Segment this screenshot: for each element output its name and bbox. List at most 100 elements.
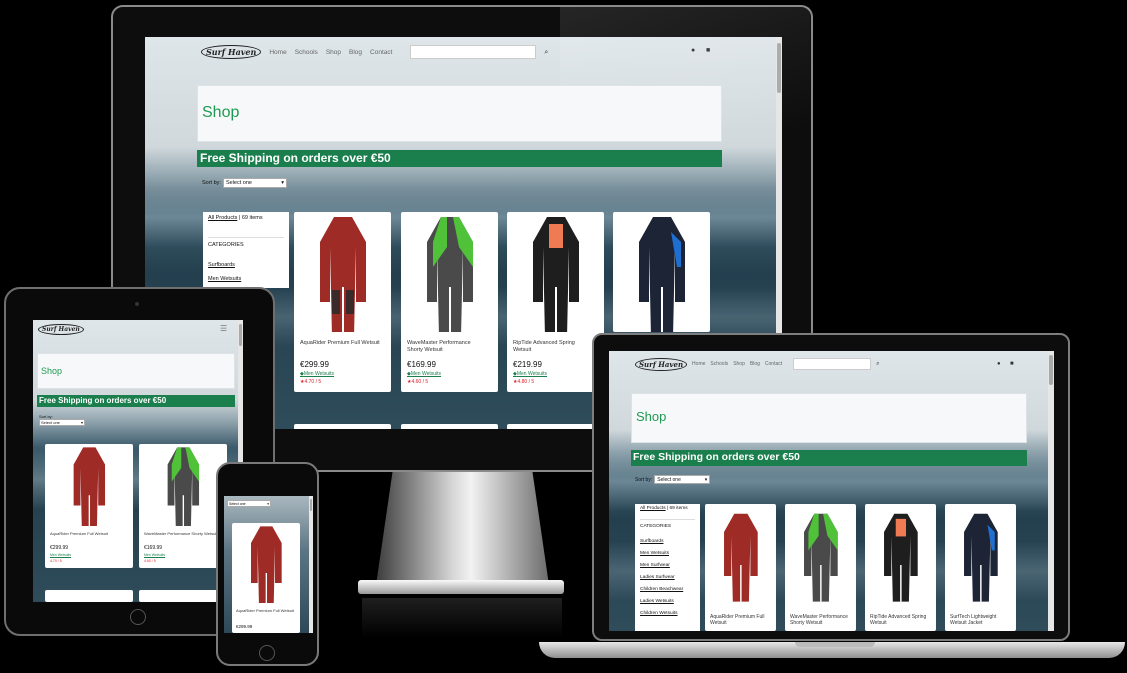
product-card-4[interactable] — [139, 590, 227, 602]
category-ladies-wetsuits[interactable]: Ladies Wetsuits — [640, 599, 695, 604]
product-card-6[interactable] — [401, 424, 498, 429]
navbar: Surf Haven Home Schools Shop Blog Contac… — [201, 43, 548, 61]
page-header: Shop — [37, 353, 235, 389]
product-card-7[interactable] — [507, 424, 604, 429]
product-card-1[interactable]: AquaRider Premium Full Wetsuit €299.99 — [232, 523, 300, 633]
product-image — [964, 513, 998, 602]
product-category-link[interactable]: Men Wetsuits — [144, 553, 165, 557]
product-card-2[interactable]: WaveMaster Performance Shorty Wetsuit — [785, 504, 856, 631]
product-price: €169.99 — [144, 545, 163, 551]
laptop-screen: Surf Haven Home Schools Shop Blog Contac… — [609, 351, 1054, 631]
sort-select[interactable]: Select one ▾ — [222, 178, 287, 188]
product-name[interactable]: WaveMaster Performance Shorty Wetsuit — [407, 340, 487, 354]
user-icon[interactable]: ● — [997, 361, 1001, 367]
product-name[interactable]: SurfTech Lightweight Wetsuit Jacket — [950, 614, 1012, 627]
product-name[interactable]: AquaRider Premium Full Wetsuit — [300, 340, 380, 347]
nav-home[interactable]: Home — [269, 49, 286, 56]
category-men-wetsuits[interactable]: Men Wetsuits — [640, 551, 695, 556]
search-input[interactable] — [793, 358, 872, 370]
nav-schools[interactable]: Schools — [295, 49, 318, 56]
nav-home[interactable]: Home — [692, 361, 705, 367]
category-sidebar: All Products | 69 items CATEGORIES Surfb… — [635, 504, 700, 631]
product-name[interactable]: AquaRider Premium Full Wetsuit — [710, 614, 772, 627]
chevron-down-icon: ▾ — [281, 180, 284, 186]
product-price: €299.99 — [50, 545, 69, 551]
sort-select[interactable]: Select one ▾ — [654, 475, 711, 484]
product-name[interactable]: AquaRider Premium Full Wetsuit — [50, 531, 130, 536]
product-price: €299.99 — [300, 360, 329, 369]
product-rating: ★4.70 / 5 — [300, 379, 322, 385]
nav-shop[interactable]: Shop — [733, 361, 745, 367]
promo-banner: Free Shipping on orders over €50 — [37, 395, 235, 407]
product-card-3[interactable]: RipTide Advanced Spring Wetsuit — [865, 504, 936, 631]
chevron-down-icon: ▾ — [704, 476, 708, 483]
product-image — [884, 513, 918, 602]
product-card-5[interactable] — [294, 424, 391, 429]
product-name[interactable]: WaveMaster Performance Shorty Wetsuit — [144, 531, 224, 536]
search-input[interactable] — [410, 45, 537, 59]
imac-reflection — [362, 598, 562, 638]
categories-heading: CATEGORIES — [208, 237, 284, 248]
logo[interactable]: Surf Haven — [201, 45, 262, 59]
nav-blog[interactable]: Blog — [750, 361, 760, 367]
nav-contact[interactable]: Contact — [370, 49, 392, 56]
page-title: Shop — [202, 104, 240, 121]
product-card-2[interactable]: WaveMaster Performance Shorty Wetsuit €1… — [401, 212, 498, 392]
product-image — [639, 217, 685, 332]
chevron-down-icon: ▾ — [267, 501, 269, 506]
product-name[interactable]: AquaRider Premium Full Wetsuit — [236, 608, 296, 613]
category-surfboards[interactable]: Surfboards — [208, 262, 284, 268]
search-icon[interactable]: ⌕ — [876, 361, 879, 367]
product-image — [251, 526, 282, 607]
all-products-row: All Products | 69 items — [640, 506, 688, 511]
nav-schools[interactable]: Schools — [710, 361, 728, 367]
product-name[interactable]: RipTide Advanced Spring Wetsuit — [513, 340, 593, 354]
sort-select[interactable]: Select one ▾ — [39, 419, 85, 426]
nav-blog[interactable]: Blog — [349, 49, 362, 56]
product-card-4[interactable]: SurfTech Lightweight Wetsuit Jacket — [945, 504, 1016, 631]
screen-glare — [560, 7, 810, 127]
imac-stand — [375, 472, 550, 592]
tablet-screen: Surf Haven ☰ Shop Free Shipping on order… — [33, 320, 243, 602]
product-category-link[interactable]: ◆Men Wetsuits — [513, 371, 547, 377]
product-card-1[interactable]: AquaRider Premium Full Wetsuit — [705, 504, 776, 631]
logo[interactable]: Surf Haven — [38, 324, 84, 335]
product-card-3[interactable]: RipTide Advanced Spring Wetsuit €219.99 … — [507, 212, 604, 392]
sort-label: Sort by: — [202, 180, 221, 186]
product-card-2[interactable]: WaveMaster Performance Shorty Wetsuit €1… — [139, 444, 227, 568]
sort-select[interactable]: Select one ▾ — [227, 500, 271, 507]
product-price: €169.99 — [407, 360, 436, 369]
product-name[interactable]: WaveMaster Performance Shorty Wetsuit — [790, 614, 852, 627]
product-category-link[interactable]: Men Wetsuits — [50, 553, 71, 557]
product-name[interactable]: RipTide Advanced Spring Wetsuit — [870, 614, 932, 627]
category-children-beachwear[interactable]: Children Beachwear — [640, 587, 695, 592]
cart-icon[interactable]: ■ — [1010, 361, 1014, 367]
product-card-1[interactable]: AquaRider Premium Full Wetsuit €299.99 ◆… — [294, 212, 391, 392]
logo[interactable]: Surf Haven — [635, 357, 688, 371]
product-card-3[interactable] — [45, 590, 133, 602]
scrollbar[interactable] — [309, 496, 313, 633]
search-icon[interactable]: ⌕ — [544, 49, 548, 56]
nav-contact[interactable]: Contact — [765, 361, 782, 367]
phone-screen: Select one ▾ AquaRider Premium Full Wetsu… — [224, 496, 313, 633]
category-men-surfwear[interactable]: Men Surfwear — [640, 563, 695, 568]
product-card-4[interactable] — [613, 212, 710, 332]
product-category-link[interactable]: ◆Men Wetsuits — [300, 371, 334, 377]
product-card-1[interactable]: AquaRider Premium Full Wetsuit €299.99 M… — [45, 444, 133, 568]
all-products-link[interactable]: All Products — [208, 215, 237, 221]
category-children-wetsuits[interactable]: Children Wetsuits — [640, 611, 695, 616]
all-products-link[interactable]: All Products — [640, 506, 666, 511]
promo-banner: Free Shipping on orders over €50 — [631, 450, 1027, 466]
product-image — [167, 447, 200, 530]
product-category-link[interactable]: ◆Men Wetsuits — [407, 371, 441, 377]
category-men-wetsuits[interactable]: Men Wetsuits — [208, 276, 284, 282]
category-ladies-surfwear[interactable]: Ladies Surfwear — [640, 575, 695, 580]
product-rating: ★4.80 / 5 — [513, 379, 535, 385]
category-surfboards[interactable]: Surfboards — [640, 539, 695, 544]
imac-base — [358, 580, 564, 594]
hamburger-menu-icon[interactable]: ☰ — [220, 325, 227, 333]
product-image — [533, 217, 579, 337]
nav-shop[interactable]: Shop — [326, 49, 341, 56]
phone-home-button — [259, 645, 275, 661]
scrollbar[interactable] — [1048, 351, 1054, 631]
